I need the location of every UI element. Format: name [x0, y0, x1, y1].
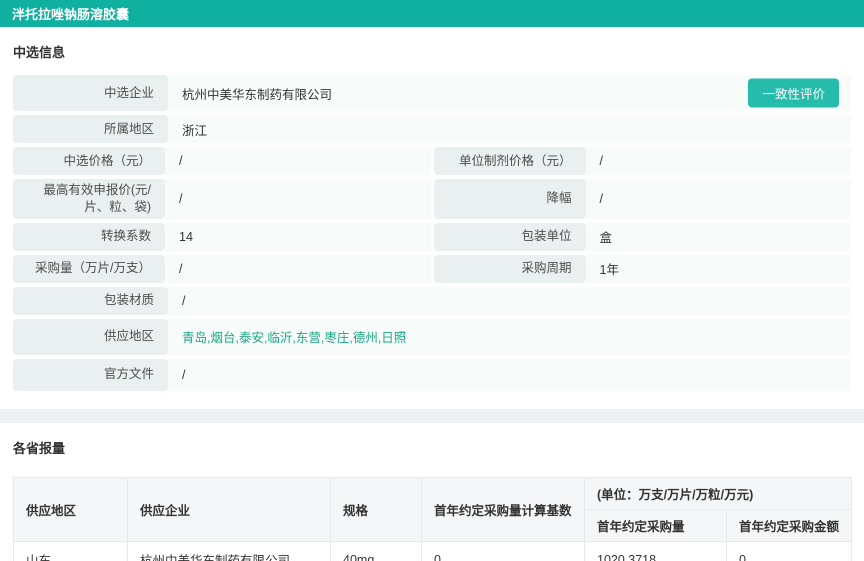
row-official-doc: 官方文件 / — [13, 359, 851, 391]
row-supply-region: 供应地区 青岛,烟台,泰安,临沂,东营,枣庄,德州,日照 — [13, 319, 851, 355]
cell-amount: 0 — [727, 541, 852, 561]
max-bid-label: 最高有效申报价(元/片、粒、袋) — [13, 179, 165, 219]
selected-price-label: 中选价格（元） — [13, 147, 165, 175]
max-bid-pair: 最高有效申报价(元/片、粒、袋) / — [13, 179, 431, 219]
purchase-cycle-value: 1年 — [586, 255, 852, 283]
package-unit-pair: 包装单位 盒 — [434, 223, 852, 251]
col-header-unit: (单位：万支/万片/万粒/万元) — [585, 477, 852, 509]
selection-info-card: 泮托拉唑钠肠溶胶囊 中选信息 中选企业 杭州中美华东制药有限公司 一致性评价 所… — [0, 0, 864, 409]
supply-region-label: 供应地区 — [13, 319, 168, 355]
cell-spec: 40mg — [331, 541, 422, 561]
price-drop-label: 降幅 — [434, 179, 586, 219]
row-selected-company: 中选企业 杭州中美华东制药有限公司 一致性评价 — [13, 75, 851, 111]
conversion-label: 转换系数 — [13, 223, 165, 251]
row-package-material: 包装材质 / — [13, 287, 851, 315]
quantity-section-title: 各省报量 — [0, 423, 864, 471]
selected-price-pair: 中选价格（元） / — [13, 147, 431, 175]
selected-company-text: 杭州中美华东制药有限公司 — [182, 84, 332, 103]
drug-title-bar: 泮托拉唑钠肠溶胶囊 — [0, 0, 864, 27]
cell-region: 山东 — [14, 541, 128, 561]
col-header-agreed-amount: 首年约定采购金额 — [727, 509, 852, 541]
official-doc-value: / — [168, 359, 851, 391]
selected-company-value: 杭州中美华东制药有限公司 一致性评价 — [168, 75, 851, 111]
package-unit-label: 包装单位 — [434, 223, 586, 251]
unit-price-value: / — [586, 147, 852, 175]
purchase-volume-label: 采购量（万片/万支） — [13, 255, 165, 283]
cell-volume: 1020.3718 — [585, 541, 727, 561]
conversion-pair: 转换系数 14 — [13, 223, 431, 251]
provincial-quantity-table: 供应地区 供应企业 规格 首年约定采购量计算基数 (单位：万支/万片/万粒/万元… — [13, 477, 852, 561]
cell-base: 0 — [422, 541, 585, 561]
region-value: 浙江 — [168, 115, 851, 143]
row-max-bid: 最高有效申报价(元/片、粒、袋) / 降幅 / — [13, 179, 851, 219]
selected-price-value: / — [165, 147, 431, 175]
col-header-supply-region: 供应地区 — [14, 477, 128, 541]
package-material-label: 包装材质 — [13, 287, 168, 315]
row-price: 中选价格（元） / 单位制剂价格（元） / — [13, 147, 851, 175]
row-purchase-volume: 采购量（万片/万支） / 采购周期 1年 — [13, 255, 851, 283]
drug-name: 泮托拉唑钠肠溶胶囊 — [12, 4, 129, 23]
purchase-volume-pair: 采购量（万片/万支） / — [13, 255, 431, 283]
consistency-eval-button[interactable]: 一致性评价 — [748, 79, 839, 108]
table-row: 山东 杭州中美华东制药有限公司 40mg 0 1020.3718 0 — [14, 541, 852, 561]
purchase-cycle-label: 采购周期 — [434, 255, 586, 283]
purchase-volume-value: / — [165, 255, 431, 283]
conversion-value: 14 — [165, 223, 431, 251]
purchase-cycle-pair: 采购周期 1年 — [434, 255, 852, 283]
col-header-spec: 规格 — [331, 477, 422, 541]
col-header-agreed-volume: 首年约定采购量 — [585, 509, 727, 541]
max-bid-value: / — [165, 179, 431, 219]
row-region: 所属地区 浙江 — [13, 115, 851, 143]
info-form: 中选企业 杭州中美华东制药有限公司 一致性评价 所属地区 浙江 中选价格（元） … — [13, 75, 851, 391]
price-drop-value: / — [586, 179, 852, 219]
provincial-quantity-card: 各省报量 供应地区 供应企业 规格 首年约定采购量计算基数 (单位：万支/万片/… — [0, 423, 864, 561]
row-conversion: 转换系数 14 包装单位 盒 — [13, 223, 851, 251]
unit-price-label: 单位制剂价格（元） — [434, 147, 586, 175]
price-drop-pair: 降幅 / — [434, 179, 852, 219]
unit-price-pair: 单位制剂价格（元） / — [434, 147, 852, 175]
col-header-base-quantity: 首年约定采购量计算基数 — [422, 477, 585, 541]
region-label: 所属地区 — [13, 115, 168, 143]
package-material-value: / — [168, 287, 851, 315]
official-doc-label: 官方文件 — [13, 359, 168, 391]
info-section-title: 中选信息 — [0, 27, 864, 75]
col-header-supply-company: 供应企业 — [128, 477, 331, 541]
supply-region-value: 青岛,烟台,泰安,临沂,东营,枣庄,德州,日照 — [168, 319, 851, 355]
cell-company: 杭州中美华东制药有限公司 — [128, 541, 331, 561]
selected-company-label: 中选企业 — [13, 75, 168, 111]
package-unit-value: 盒 — [586, 223, 852, 251]
